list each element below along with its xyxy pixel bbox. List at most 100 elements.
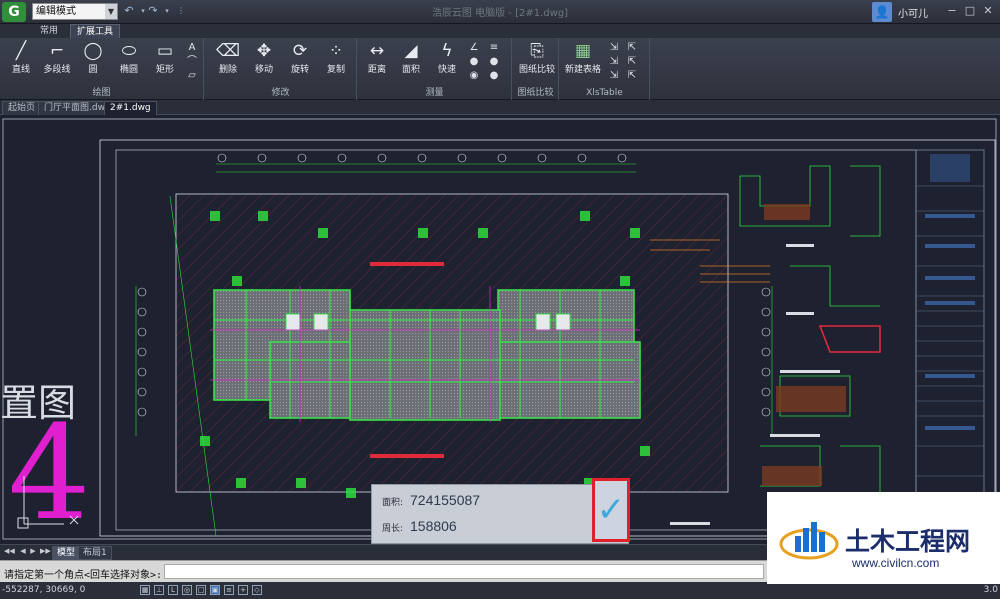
doc-tab-2-1[interactable]: 2#1.dwg (104, 101, 157, 115)
version-label: 3.0 (983, 585, 998, 595)
site-watermark: 土木工程网 www.civilcn.com (767, 492, 1000, 584)
mode-select-value: 编辑模式 (36, 6, 76, 17)
watermark-title: 土木工程网 (845, 527, 971, 556)
eraser-icon: ⌫ (215, 41, 241, 61)
ribbon-group-label-draw: 绘图 (92, 88, 111, 98)
perimeter-value: 158806 (410, 518, 457, 534)
tab-common[interactable]: 常用 (34, 24, 64, 38)
command-prompt: 请指定第一个角点<回车选择对象>: (4, 570, 163, 581)
user-name[interactable]: 小可儿 (898, 5, 928, 20)
perimeter-label: 周长: (382, 524, 404, 534)
table-link-icon[interactable]: ⇱ (626, 42, 638, 54)
tab-extended-tools[interactable]: 扩展工具 (70, 24, 121, 38)
redo-dropdown-icon[interactable]: ▾ (160, 4, 174, 18)
polar-toggle-icon[interactable]: ◎ (182, 585, 192, 595)
rectangle-button[interactable]: ▭ 矩形 (148, 40, 182, 80)
ribbon-group-label-modify: 修改 (271, 88, 290, 98)
watermark-url: www.civilcn.com (852, 556, 940, 570)
partial-title: 置图 (0, 381, 76, 425)
ortho-toggle-icon[interactable]: L (168, 585, 178, 595)
ruler-icon: ↔ (369, 41, 385, 61)
drawing-compare-button[interactable]: ⎘ 图纸比较 (518, 40, 556, 80)
text-icon[interactable]: A (186, 42, 198, 54)
undo-icon[interactable]: ↶ (122, 4, 136, 18)
ribbon-group-compare: ⎘ 图纸比较 图纸比较 (513, 38, 559, 100)
rectangle-icon: ▭ (156, 41, 174, 61)
layout-tab-layout1[interactable]: 布局1 (78, 546, 112, 560)
drawing-canvas[interactable]: 4 置图 面积: 724155087 周长: 158806 ✓ (0, 116, 1000, 544)
doc-tab-start[interactable]: 起始页 (2, 101, 42, 115)
move-icon: ✥ (256, 41, 272, 61)
copy-icon: ⁘ (328, 41, 344, 61)
last-layout-icon[interactable]: ▶▶ (40, 547, 51, 555)
area-icon: ◢ (404, 41, 418, 61)
area-value: 724155087 (410, 492, 481, 508)
arc-length-icon[interactable]: ◉ (468, 70, 480, 82)
confirm-button[interactable]: ✓ (592, 478, 630, 542)
cad-drawing: 4 置图 (0, 118, 997, 544)
angle-icon[interactable]: ∠ (468, 42, 480, 54)
circle-icon: ◯ (83, 41, 103, 61)
table-export-icon[interactable]: ⇲ (608, 56, 620, 68)
table-update-icon[interactable]: ⇲ (608, 70, 620, 82)
hatch-icon[interactable]: ▱ (186, 70, 198, 82)
polyline-icon: ⌐ (49, 41, 65, 61)
area-button[interactable]: ◢ 面积 (394, 40, 428, 80)
dynamic-input-icon[interactable]: + (238, 585, 248, 595)
move-button[interactable]: ✥ 移动 (247, 40, 281, 80)
table-edit-icon[interactable]: ⇱ (626, 56, 638, 68)
avatar[interactable]: 👤 (872, 2, 892, 22)
title-bar: G 编辑模式 ▼ ↶ ▾ ↷ ▾ ⋮ 浩辰云图 电脑版 - [2#1.dwg] … (0, 0, 1000, 24)
delete-button[interactable]: ⌫ 删除 (211, 40, 245, 80)
ellipse-button[interactable]: ⬭ 椭圆 (112, 40, 146, 80)
table-icon: ▦ (574, 41, 592, 61)
minimize-icon[interactable]: − (944, 3, 960, 19)
chevron-down-icon[interactable]: ▼ (105, 4, 117, 19)
redo-icon[interactable]: ↷ (146, 4, 160, 18)
measure-result-panel: 面积: 724155087 周长: 158806 (371, 484, 629, 544)
new-table-button[interactable]: ▦ 新建表格 (564, 40, 602, 80)
volume-icon[interactable]: ● (488, 70, 500, 82)
circle-button[interactable]: ◯ 圆 (76, 40, 110, 80)
document-tab-bar: 起始页 门厅平面图.dwg 2#1.dwg (0, 100, 1000, 115)
point-icon[interactable]: ● (488, 56, 500, 68)
window-title: 浩辰云图 电脑版 - [2#1.dwg] (431, 8, 569, 19)
ribbon-panel: ╱ 直线 ⌐ 多段线 ◯ 圆 ⬭ 椭圆 ▭ 矩形 A ⌒ ▱ 绘图 ⌫ 删除 ✥ (0, 38, 1000, 100)
rotate-icon: ⟳ (292, 41, 308, 61)
customize-toolbar-icon[interactable]: ⋮ (174, 4, 188, 18)
compare-document-icon: ⎘ (530, 41, 544, 61)
snap-toggle-icon[interactable]: ⊥ (154, 585, 164, 595)
polyline-button[interactable]: ⌐ 多段线 (40, 40, 74, 80)
checkmark-icon: ✓ (596, 490, 626, 530)
ribbon-tab-bar: 常用 扩展工具 (0, 24, 1000, 38)
close-icon[interactable]: ✕ (980, 3, 996, 19)
osnap-toggle-icon[interactable]: □ (196, 585, 206, 595)
command-input[interactable] (164, 564, 764, 579)
layout-tab-model[interactable]: 模型 (52, 546, 81, 560)
grid-toggle-icon[interactable]: ▦ (140, 585, 150, 595)
mode-select[interactable]: 编辑模式 ▼ (32, 3, 118, 20)
ribbon-group-xlstable: ▦ 新建表格 ⇲ ⇲ ⇲ ⇱ ⇱ ⇱ XlsTable (560, 38, 650, 100)
ellipse-icon: ⬭ (121, 41, 137, 61)
table-settings-icon[interactable]: ⇱ (626, 70, 638, 82)
lightning-icon: ϟ (441, 41, 453, 61)
otrack-toggle-icon[interactable]: ▣ (210, 585, 220, 595)
next-layout-icon[interactable]: ▶ (28, 547, 38, 555)
lineweight-toggle-icon[interactable]: ≡ (224, 585, 234, 595)
maximize-icon[interactable]: □ (962, 3, 978, 19)
first-layout-icon[interactable]: ◀◀ (4, 547, 15, 555)
cursor-coordinates: -552287, 30669, 0 (2, 585, 86, 595)
prev-layout-icon[interactable]: ◀ (18, 547, 28, 555)
radius-icon[interactable]: ≡ (488, 42, 500, 54)
quick-measure-button[interactable]: ϟ 快速 (430, 40, 464, 80)
coordinate-icon[interactable]: ● (468, 56, 480, 68)
line-button[interactable]: ╱ 直线 (4, 40, 38, 80)
selection-cycle-icon[interactable]: ◇ (252, 585, 262, 595)
rotate-button[interactable]: ⟳ 旋转 (283, 40, 317, 80)
table-import-icon[interactable]: ⇲ (608, 42, 620, 54)
arc-icon[interactable]: ⌒ (186, 56, 198, 68)
app-logo-icon[interactable]: G (2, 2, 26, 22)
ribbon-group-label-xlstable: XlsTable (586, 88, 623, 98)
copy-button[interactable]: ⁘ 复制 (319, 40, 353, 80)
distance-button[interactable]: ↔ 距离 (360, 40, 394, 80)
